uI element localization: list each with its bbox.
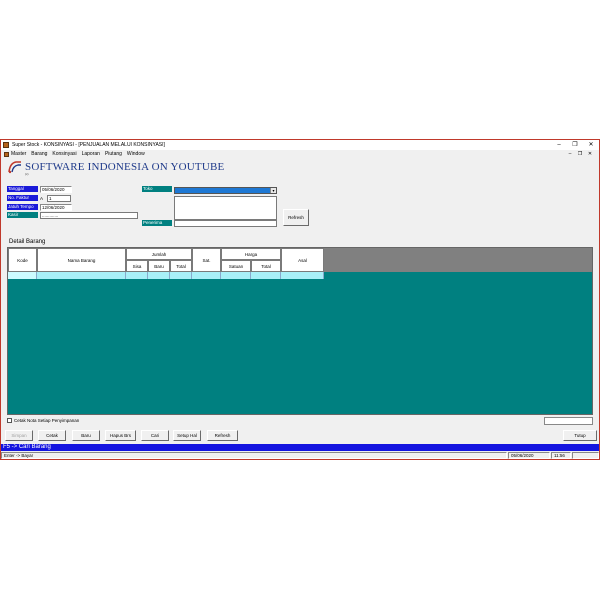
jatuh-tempo-field[interactable]: 12/06/2020 [40, 204, 72, 211]
grid-header: Kode Nama Barang Jumlah Sisa Baru Total … [8, 248, 592, 272]
cetak-button[interactable]: Cetak [38, 430, 66, 441]
col-harga-total[interactable]: Total [251, 260, 281, 272]
col-baru[interactable]: Baru [148, 260, 170, 272]
mdi-controls: – ❐ ✕ [565, 150, 595, 158]
simpan-button[interactable]: Simpan [5, 430, 33, 441]
mdi-minimize-icon[interactable]: – [565, 150, 575, 158]
nofaktur-label: No. Faktur [7, 195, 38, 201]
jatuh-tempo-label: Jatuh Tempo [7, 204, 38, 210]
nofaktur-field[interactable]: 1 [47, 195, 71, 202]
col-sat[interactable]: Sat. [192, 248, 221, 272]
tutup-button[interactable]: Tutup [563, 430, 597, 441]
row-cell-total[interactable] [170, 272, 192, 279]
refresh-button[interactable]: Refresh [207, 430, 238, 441]
col-sisa[interactable]: Sisa [126, 260, 148, 272]
toko-address-field[interactable] [174, 196, 277, 220]
banner-subtitle: (c) [25, 172, 29, 176]
window-controls: – ❐ ✕ [551, 140, 599, 150]
penerima-label: Penerima [142, 220, 172, 226]
nofaktur-prefix: A [40, 196, 44, 201]
penerima-field[interactable] [174, 220, 277, 227]
kasir-field[interactable]: ............. [40, 212, 138, 219]
toko-label: Toko [142, 186, 172, 192]
cetak-nota-checkbox[interactable] [7, 418, 12, 423]
col-jumlah[interactable]: Jumlah [126, 248, 192, 260]
col-asal[interactable]: Asal [281, 248, 324, 272]
menu-piutang[interactable]: Piutang [105, 151, 122, 157]
menu-laporan[interactable]: Laporan [82, 151, 100, 157]
col-jumlah-total[interactable]: Total [170, 260, 192, 272]
app-icon [3, 142, 9, 148]
col-kode[interactable]: Kode [8, 248, 37, 272]
row-cell-sat[interactable] [192, 272, 221, 279]
baru-button[interactable]: Baru [72, 430, 100, 441]
menu-master[interactable]: Master [11, 151, 26, 157]
detail-grid[interactable]: Kode Nama Barang Jumlah Sisa Baru Total … [7, 247, 593, 415]
banner: SOFTWARE INDONESIA ON YOUTUBE (c) [5, 159, 305, 177]
toko-dropdown[interactable]: ▾ [174, 187, 277, 194]
status-empty [572, 452, 599, 459]
menu-bar: Master Barang Konsinyasi Laporan Piutang… [1, 150, 599, 158]
refresh-button-top[interactable]: Refresh [283, 209, 309, 226]
row-cell-sisa[interactable] [126, 272, 148, 279]
menu-window[interactable]: Window [127, 151, 145, 157]
row-cell-kode[interactable] [8, 272, 37, 279]
row-cell-harga-total[interactable] [251, 272, 281, 279]
menu-barang[interactable]: Barang [31, 151, 47, 157]
detail-barang-label: Detail Barang [9, 239, 46, 245]
maximize-icon[interactable]: ❐ [567, 140, 583, 150]
chevron-down-icon[interactable]: ▾ [270, 188, 276, 193]
status-date: 05/06/2020 [508, 452, 550, 459]
hapus-brs-button[interactable]: Hapus Brs [105, 430, 136, 441]
tanggal-field[interactable]: 05/06/2020 [40, 186, 72, 193]
row-cell-asal[interactable] [281, 272, 324, 279]
tanggal-label: Tanggal [7, 186, 38, 192]
close-icon[interactable]: ✕ [583, 140, 599, 150]
row-cell-satuan[interactable] [221, 272, 251, 279]
total-field[interactable] [544, 417, 593, 425]
col-harga[interactable]: Harga [221, 248, 281, 260]
row-cell-baru[interactable] [148, 272, 170, 279]
kasir-label: Kasir [7, 212, 38, 218]
status-bar: Enter -> Bayar 05/06/2020 11:56 [1, 452, 599, 459]
cetak-nota-label: Cetak Nota Setiap Penyimpanan [14, 418, 80, 423]
mdi-child-icon[interactable] [4, 151, 9, 157]
logo-icon [8, 161, 21, 174]
title-bar: Super Stock - KONSINYASI - [PENJUALAN ME… [1, 140, 599, 150]
banner-title: SOFTWARE INDONESIA ON YOUTUBE [25, 161, 225, 173]
cetak-nota-checkbox-row[interactable]: Cetak Nota Setiap Penyimpanan [7, 418, 79, 423]
mdi-restore-icon[interactable]: ❐ [575, 150, 585, 158]
status-time: 11:56 [551, 452, 571, 459]
mdi-close-icon[interactable]: ✕ [585, 150, 595, 158]
window-title: Super Stock - KONSINYASI - [PENJUALAN ME… [12, 142, 165, 148]
minimize-icon[interactable]: – [551, 140, 567, 150]
hint-bar: F5 -> Cari Barang [1, 444, 599, 451]
cari-button[interactable]: Cari [141, 430, 169, 441]
col-nama-barang[interactable]: Nama Barang [37, 248, 126, 272]
menu-konsinyasi[interactable]: Konsinyasi [52, 151, 76, 157]
table-row[interactable] [8, 272, 324, 279]
col-satuan[interactable]: Satuan [221, 260, 251, 272]
row-cell-nama[interactable] [37, 272, 126, 279]
status-hint: Enter -> Bayar [1, 452, 507, 459]
setup-hal-button[interactable]: Setup Hal [173, 430, 201, 441]
app-window: Super Stock - KONSINYASI - [PENJUALAN ME… [0, 139, 600, 460]
